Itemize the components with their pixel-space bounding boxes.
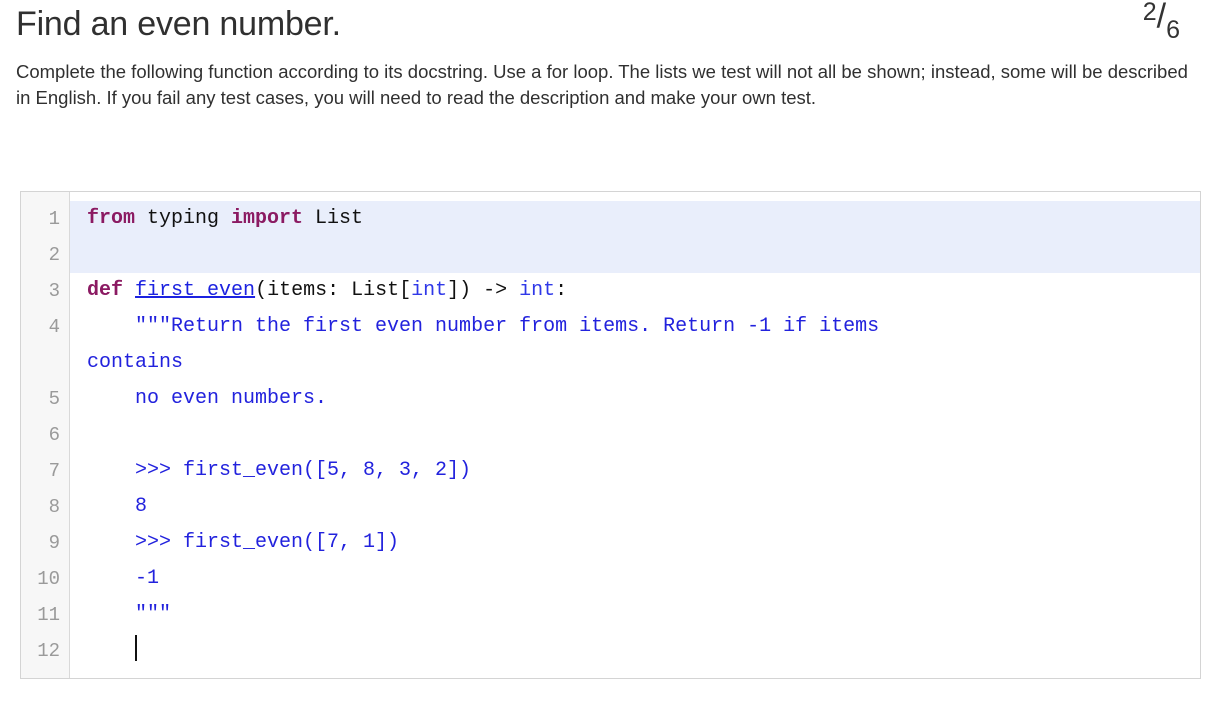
code-token-kw: import — [231, 207, 304, 230]
line-number: 5 — [48, 388, 60, 410]
code-token-str: contains — [87, 351, 184, 374]
line-number: 2 — [48, 244, 60, 266]
line-number: 1 — [48, 208, 60, 230]
line-number: 7 — [48, 460, 60, 482]
code-line[interactable]: contains — [70, 345, 1200, 381]
code-line[interactable]: """Return the first even number from ite… — [70, 309, 1200, 345]
code-token-str: no even numbers. — [87, 387, 328, 410]
exercise-header: Find an even number. 2/6 Complete the fo… — [0, 0, 1212, 111]
code-line[interactable] — [70, 237, 1200, 273]
code-line[interactable] — [70, 417, 1200, 453]
line-number: 8 — [48, 496, 60, 518]
code-token-str: >>> first_even([7, 1]) — [87, 531, 400, 554]
code-token-kw: def — [87, 279, 124, 302]
line-number: 11 — [37, 604, 60, 626]
code-editor[interactable]: 1234 5 6 7 8 9 10 11 12 from typing import List… — [20, 191, 1201, 679]
code-line[interactable]: no even numbers. — [70, 381, 1200, 417]
code-token-builtin: int — [411, 279, 448, 302]
code-token-str: -1 — [87, 567, 160, 590]
page-counter-numerator: 2 — [1142, 0, 1157, 26]
page-counter-denominator: 6 — [1166, 15, 1180, 44]
exercise-page: Find an even number. 2/6 Complete the fo… — [0, 0, 1212, 702]
code-line[interactable]: from typing import List — [70, 201, 1200, 237]
line-number: 10 — [37, 568, 60, 590]
code-token-plain: (items: List[ — [255, 279, 412, 302]
code-line[interactable] — [70, 633, 1200, 669]
line-number: 4 — [48, 316, 60, 338]
page-title: Find an even number. — [16, 5, 341, 43]
exercise-description: Complete the following function accordin… — [16, 60, 1188, 108]
page-counter: 2/6 — [1142, 0, 1180, 42]
code-line[interactable]: -1 — [70, 561, 1200, 597]
code-editor-inner: 1234 5 6 7 8 9 10 11 12 from typing import List… — [21, 192, 1200, 678]
line-number-gutter: 1234 5 6 7 8 9 10 11 12 — [21, 192, 70, 678]
code-token-plain: ]) -> — [447, 279, 520, 302]
code-line[interactable]: def first_even(items: List[int]) -> int: — [70, 273, 1200, 309]
page-counter-separator: / — [1156, 0, 1167, 36]
code-token-str: 8 — [87, 495, 148, 518]
line-number: 6 — [48, 424, 60, 446]
code-line[interactable]: """ — [70, 597, 1200, 633]
code-token-plain: : — [555, 279, 568, 302]
code-line[interactable]: >>> first_even([5, 8, 3, 2]) — [70, 453, 1200, 489]
line-number: 3 — [48, 280, 60, 302]
code-text-area[interactable]: from typing import List def first_even(i… — [70, 192, 1200, 678]
code-line[interactable]: >>> first_even([7, 1]) — [70, 525, 1200, 561]
text-cursor — [135, 635, 138, 661]
line-number: 9 — [48, 532, 60, 554]
code-token-str: >>> first_even([5, 8, 3, 2]) — [87, 459, 472, 482]
code-token-plain: typing — [135, 207, 232, 230]
line-number: 12 — [37, 640, 60, 662]
code-token-builtin: int — [519, 279, 556, 302]
code-token-fname: first_even — [135, 279, 256, 302]
code-token-kw: from — [87, 207, 136, 230]
code-token-plain: List — [303, 207, 364, 230]
code-token-str: """Return the first even number from ite… — [87, 315, 880, 338]
code-token-str: """ — [87, 603, 172, 626]
title-row: Find an even number. 2/6 — [16, 0, 1196, 47]
code-line[interactable]: 8 — [70, 489, 1200, 525]
